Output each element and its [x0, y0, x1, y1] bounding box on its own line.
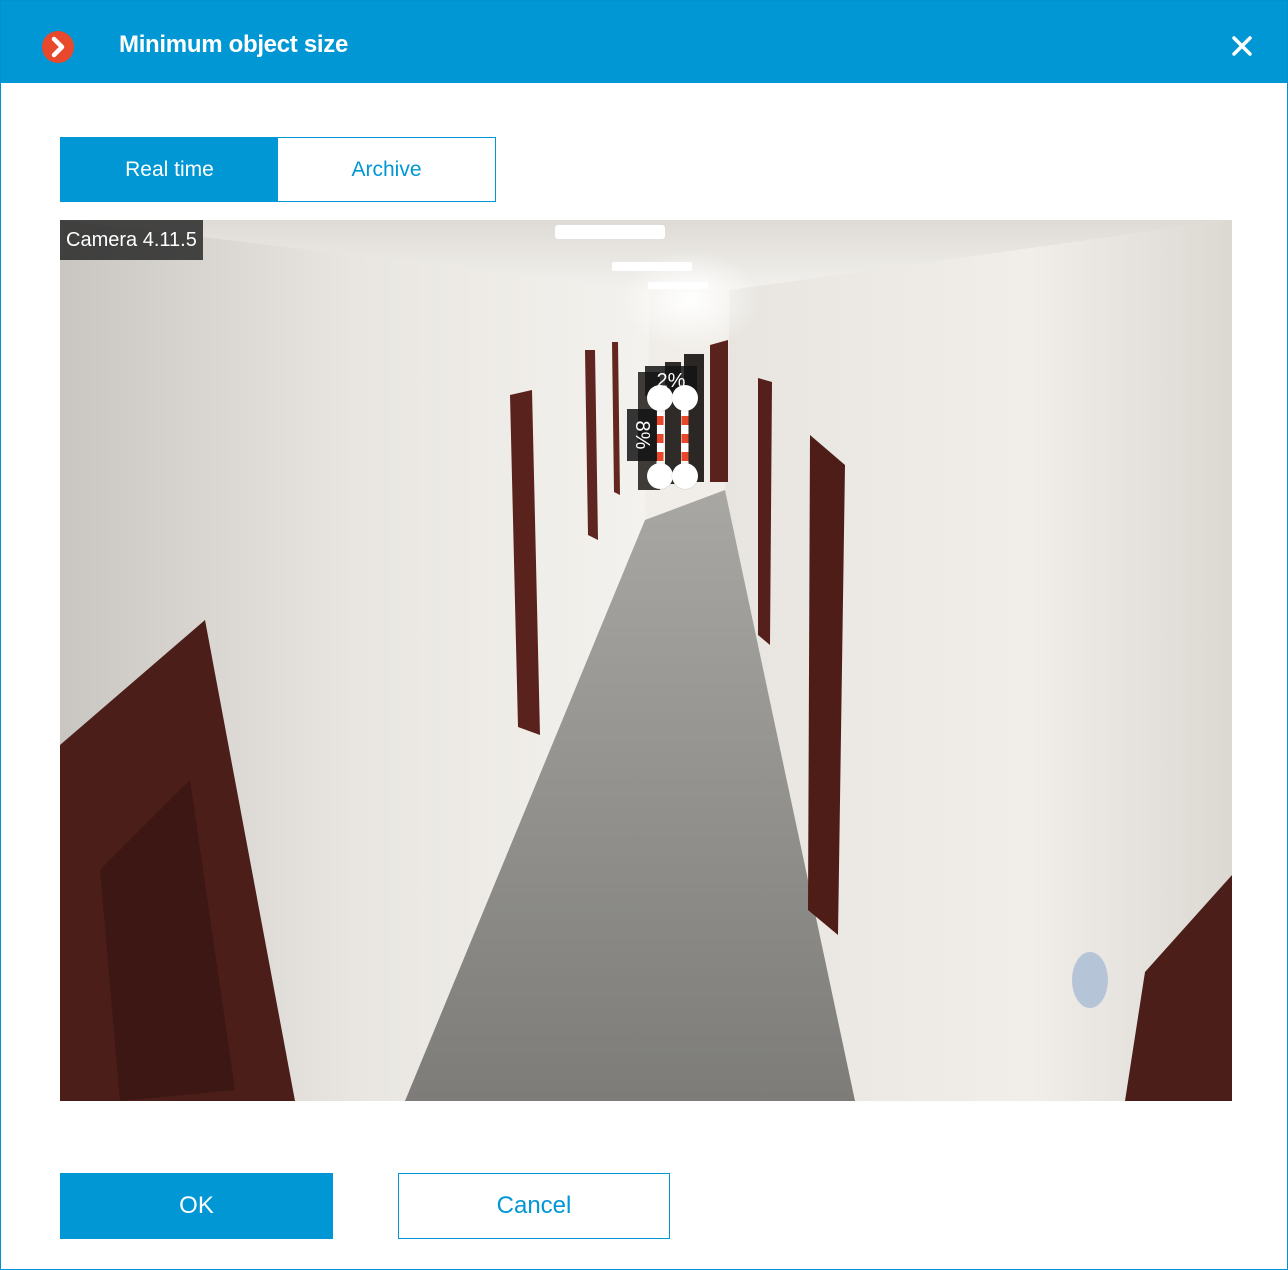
handle-top-right[interactable] [672, 385, 698, 411]
close-icon [1232, 36, 1252, 56]
source-tabs: Real time Archive [60, 137, 496, 202]
close-button[interactable] [1225, 29, 1259, 63]
ok-button[interactable]: OK [60, 1173, 333, 1239]
handle-bottom-right[interactable] [672, 463, 698, 489]
corridor-video-frame [60, 220, 1232, 1101]
tab-archive[interactable]: Archive [278, 138, 495, 201]
cancel-button[interactable]: Cancel [398, 1173, 670, 1239]
minimum-object-size-dialog: Minimum object size Real time Archive Ca… [0, 0, 1288, 1270]
handle-top-left[interactable] [647, 385, 673, 411]
dialog-title: Minimum object size [119, 31, 349, 58]
camera-name-label: Camera 4.11.5 [60, 220, 203, 260]
camera-video-view[interactable]: Camera 4.11.5 2% 8% [60, 220, 1232, 1101]
app-logo-icon [42, 31, 74, 63]
tab-real-time[interactable]: Real time [61, 138, 278, 201]
title-bar: Minimum object size [1, 1, 1287, 83]
handle-bottom-left[interactable] [647, 463, 673, 489]
